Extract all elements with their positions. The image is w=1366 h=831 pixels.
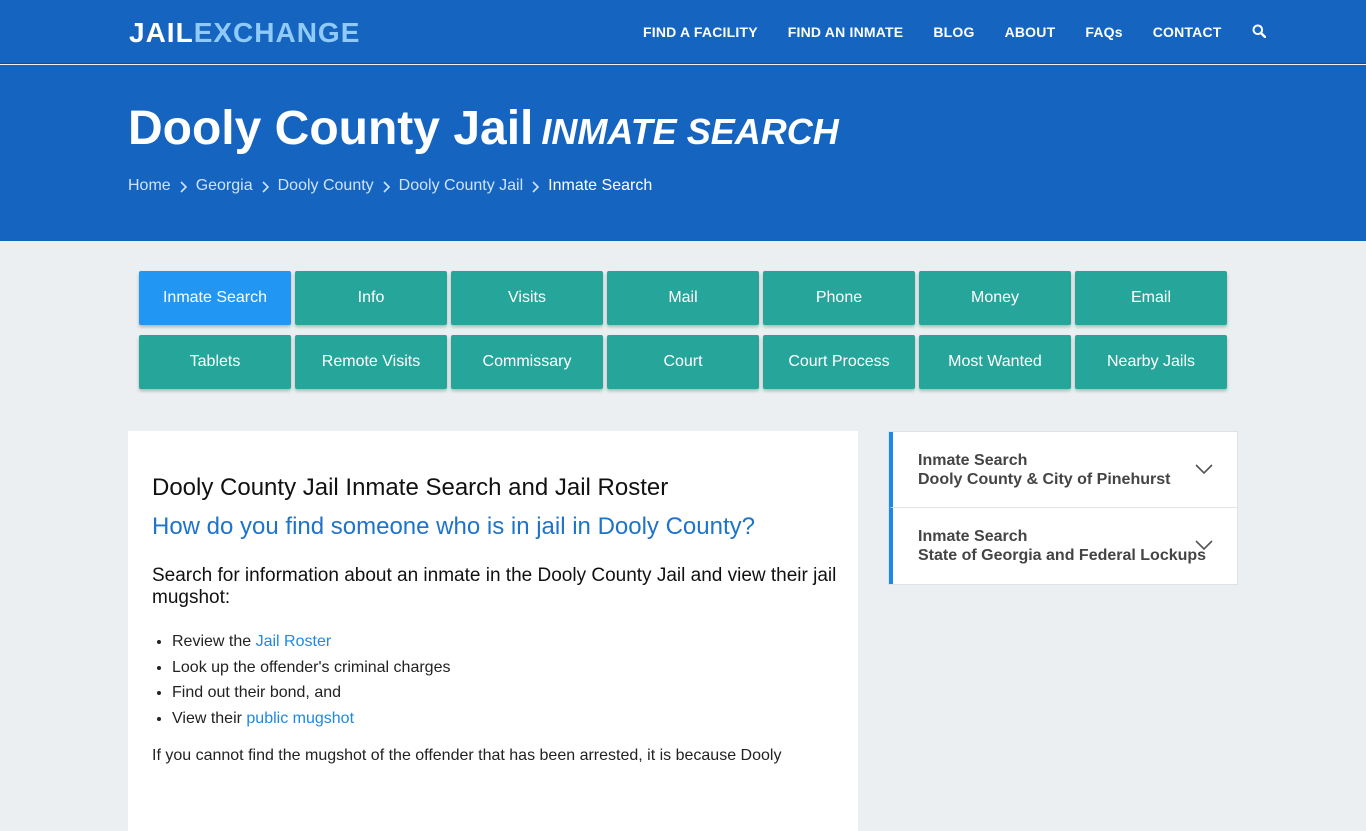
- logo-part-jail: JAIL: [129, 17, 194, 48]
- breadcrumb-dooly-county-jail[interactable]: Dooly County Jail: [399, 177, 524, 195]
- accordion-item-dooly-county[interactable]: Inmate Search Dooly County & City of Pin…: [889, 432, 1237, 508]
- chevron-right-icon: [262, 180, 269, 193]
- logo-part-exchange: EXCHANGE: [193, 17, 361, 48]
- search-icon[interactable]: [1252, 24, 1268, 40]
- tab-phone[interactable]: Phone: [763, 271, 915, 325]
- list-item: Find out their bond, and: [172, 680, 450, 706]
- nav-find-an-inmate[interactable]: FIND AN INMATE: [788, 24, 904, 40]
- accordion-item-georgia-federal[interactable]: Inmate Search State of Georgia and Feder…: [889, 508, 1237, 584]
- facility-tabs: Inmate Search Info Visits Mail Phone Mon…: [139, 271, 1229, 389]
- list-item: Look up the offender's criminal charges: [172, 655, 450, 681]
- list-item: View their public mugshot: [172, 706, 450, 732]
- site-logo[interactable]: JAILEXCHANGE: [129, 16, 360, 50]
- tab-nearby-jails[interactable]: Nearby Jails: [1075, 335, 1227, 389]
- nav-faqs[interactable]: FAQs: [1085, 24, 1122, 40]
- nav-find-a-facility[interactable]: FIND A FACILITY: [643, 24, 758, 40]
- breadcrumb-home[interactable]: Home: [128, 177, 171, 195]
- nav-blog[interactable]: BLOG: [933, 24, 974, 40]
- tab-inmate-search[interactable]: Inmate Search: [139, 271, 291, 325]
- tab-commissary[interactable]: Commissary: [451, 335, 603, 389]
- info-list: Review the Jail Roster Look up the offen…: [172, 629, 450, 731]
- sidebar-accordion: Inmate Search Dooly County & City of Pin…: [888, 431, 1238, 585]
- breadcrumb-georgia[interactable]: Georgia: [196, 177, 253, 195]
- chevron-right-icon: [383, 180, 390, 193]
- main-nav: FIND A FACILITY FIND AN INMATE BLOG ABOU…: [643, 0, 1268, 64]
- chevron-down-icon[interactable]: [1195, 462, 1213, 475]
- section-intro: Search for information about an inmate i…: [152, 565, 837, 608]
- tab-visits[interactable]: Visits: [451, 271, 603, 325]
- accordion-title: Inmate Search: [918, 452, 1028, 469]
- chevron-right-icon: [180, 180, 187, 193]
- breadcrumb-current: Inmate Search: [548, 177, 653, 194]
- public-mugshot-link[interactable]: public mugshot: [246, 710, 354, 727]
- section-question: How do you find someone who is in jail i…: [152, 513, 755, 540]
- tab-email[interactable]: Email: [1075, 271, 1227, 325]
- main-content-card: Dooly County Jail Inmate Search and Jail…: [128, 431, 858, 831]
- breadcrumb: Home Georgia Dooly County Dooly County J…: [128, 177, 652, 195]
- tab-tablets[interactable]: Tablets: [139, 335, 291, 389]
- chevron-down-icon[interactable]: [1195, 538, 1213, 551]
- tab-info[interactable]: Info: [295, 271, 447, 325]
- tab-money[interactable]: Money: [919, 271, 1071, 325]
- tab-remote-visits[interactable]: Remote Visits: [295, 335, 447, 389]
- tab-court[interactable]: Court: [607, 335, 759, 389]
- accordion-subtitle: State of Georgia and Federal Lockups: [918, 547, 1207, 564]
- page-title-main: Dooly County Jail: [128, 102, 534, 155]
- section-heading: Dooly County Jail Inmate Search and Jail…: [152, 474, 669, 501]
- tab-most-wanted[interactable]: Most Wanted: [919, 335, 1071, 389]
- list-item-text: View their: [172, 709, 247, 727]
- list-item: Review the Jail Roster: [172, 629, 450, 655]
- hero-banner: Dooly County Jail Inmate Search Home Geor…: [0, 65, 1366, 241]
- page-title: Dooly County Jail Inmate Search: [128, 101, 839, 160]
- nav-about[interactable]: ABOUT: [1005, 24, 1056, 40]
- breadcrumb-dooly-county[interactable]: Dooly County: [278, 177, 374, 195]
- tab-mail[interactable]: Mail: [607, 271, 759, 325]
- accordion-title: Inmate Search: [918, 528, 1028, 545]
- tab-court-process[interactable]: Court Process: [763, 335, 915, 389]
- page-title-subtitle: Inmate Search: [541, 111, 839, 152]
- chevron-right-icon: [532, 180, 540, 193]
- jail-roster-link[interactable]: Jail Roster: [256, 633, 332, 650]
- body-paragraph: If you cannot find the mugshot of the of…: [152, 747, 782, 764]
- nav-contact[interactable]: CONTACT: [1153, 24, 1222, 40]
- top-navbar: JAILEXCHANGE FIND A FACILITY FIND AN INM…: [0, 0, 1366, 64]
- accordion-subtitle: Dooly County & City of Pinehurst: [918, 471, 1171, 488]
- list-item-text: Review the: [172, 633, 256, 650]
